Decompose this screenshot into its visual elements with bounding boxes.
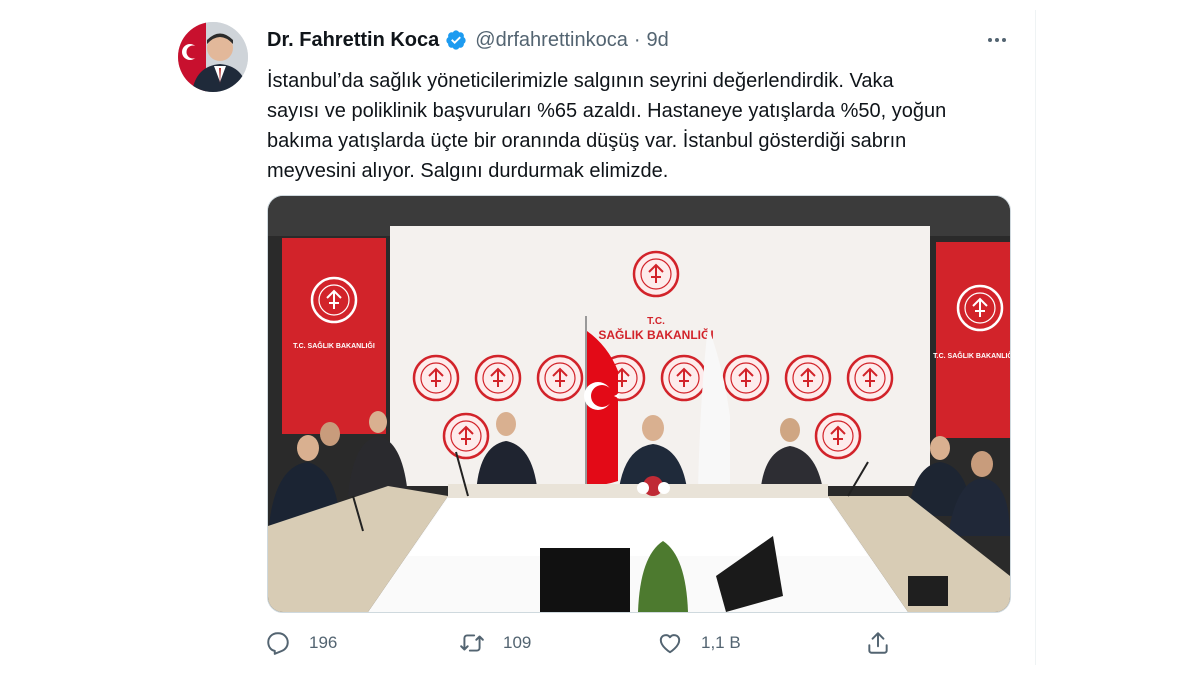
reply-icon (267, 632, 289, 655)
share-button[interactable] (865, 628, 891, 658)
tweet-text: İstanbul’da sağlık yöneticilerimizle sal… (267, 70, 947, 182)
like-button[interactable]: 1,1 B (657, 628, 741, 658)
separator-dot: · (633, 28, 641, 51)
tweet-photo[interactable]: T.C. SAĞLIK BAKANLIĞI T.C. SAĞLIK BAKANL… (267, 195, 1011, 613)
avatar-image (178, 22, 248, 92)
meeting-photo: T.C. SAĞLIK BAKANLIĞI T.C. SAĞLIK BAKANL… (268, 196, 1010, 612)
retweet-count: 109 (503, 633, 532, 652)
retweet-button[interactable]: 109 (459, 628, 531, 658)
verified-badge-icon (446, 30, 466, 50)
author-handle[interactable]: @drfahrettinkoca (475, 29, 628, 52)
left-banner-text: T.C. SAĞLIK BAKANLIĞI (293, 341, 375, 350)
backdrop-title-line1: T.C. (647, 316, 665, 327)
avatar[interactable] (178, 22, 248, 92)
more-horizontal-icon[interactable] (985, 28, 1009, 52)
reply-count: 196 (309, 633, 338, 652)
heart-icon (659, 634, 681, 654)
right-banner-text: T.C. SAĞLIK BAKANLIĞI (933, 351, 1010, 360)
tweet-card[interactable]: Dr. Fahrettin Koca @drfahrettinkoca · 9d… (165, 10, 1036, 665)
retweet-icon (460, 634, 484, 652)
like-count: 1,1 B (701, 633, 741, 652)
reply-button[interactable]: 196 (265, 628, 337, 658)
backdrop-title-line2: SAĞLIK BAKANLIĞI (598, 327, 713, 342)
author-name[interactable]: Dr. Fahrettin Koca (267, 29, 439, 52)
tweet-actions: 196 109 1,1 B (265, 628, 905, 658)
share-icon (868, 632, 888, 654)
tweet-header: Dr. Fahrettin Koca @drfahrettinkoca · 9d (267, 27, 669, 53)
tweet-time[interactable]: 9d (647, 29, 669, 52)
